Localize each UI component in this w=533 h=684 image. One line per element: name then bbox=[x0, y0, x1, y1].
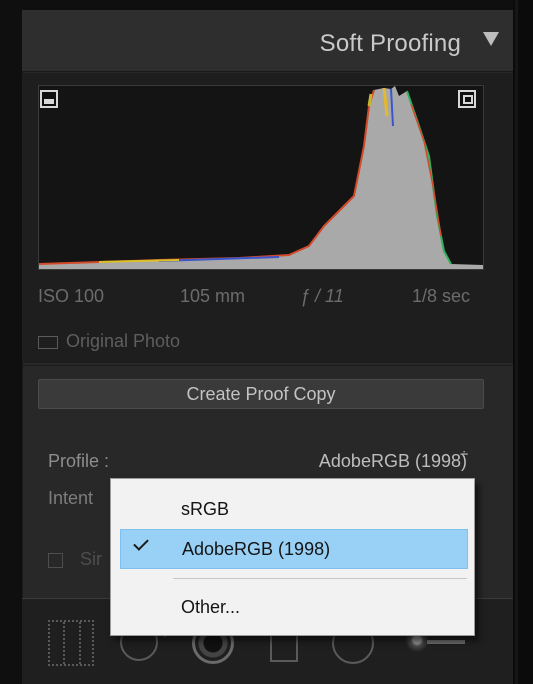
select-arrows-icon[interactable]: ÷ bbox=[460, 447, 468, 462]
panel-title: Soft Proofing bbox=[319, 30, 461, 57]
highlight-clipping-icon[interactable] bbox=[458, 90, 476, 108]
menu-item-label: Other... bbox=[181, 597, 241, 617]
histogram bbox=[38, 85, 484, 270]
grid-overlay-icon[interactable] bbox=[48, 620, 94, 666]
original-photo-label: Original Photo bbox=[66, 331, 181, 351]
profile-label: Profile : bbox=[48, 451, 110, 471]
simulate-label: Sir bbox=[80, 549, 102, 569]
exif-shutter: 1/8 sec bbox=[412, 286, 471, 306]
profile-dropdown-menu: sRGB AdobeRGB (1998) Other... bbox=[110, 478, 475, 636]
exif-focal-length: 105 mm bbox=[180, 286, 246, 306]
panel-header[interactable]: Soft Proofing bbox=[22, 10, 513, 72]
histogram-graph bbox=[38, 86, 483, 269]
original-photo-checkbox[interactable] bbox=[38, 336, 58, 349]
exif-aperture: ƒ / 11 bbox=[300, 286, 344, 306]
menu-item-label: sRGB bbox=[181, 499, 230, 519]
panel-edge-separator bbox=[515, 0, 518, 684]
create-proof-copy-button[interactable]: Create Proof Copy bbox=[38, 379, 484, 409]
profile-select[interactable]: AdobeRGB (1998) bbox=[319, 451, 467, 472]
collapse-triangle-icon[interactable] bbox=[483, 32, 499, 46]
section-divider bbox=[22, 365, 513, 366]
checkmark-icon bbox=[133, 535, 149, 551]
menu-item-srgb[interactable]: sRGB bbox=[111, 492, 474, 526]
shadow-clipping-icon[interactable] bbox=[40, 90, 58, 108]
panel-edge bbox=[513, 0, 533, 684]
menu-separator bbox=[173, 578, 467, 579]
menu-item-other[interactable]: Other... bbox=[111, 587, 474, 623]
exif-iso: ISO 100 bbox=[38, 286, 105, 306]
menu-item-adobergb[interactable]: AdobeRGB (1998) bbox=[120, 529, 468, 569]
menu-item-label: AdobeRGB (1998) bbox=[182, 539, 331, 559]
intent-label: Intent bbox=[48, 488, 94, 508]
simulate-checkbox[interactable] bbox=[48, 553, 63, 568]
